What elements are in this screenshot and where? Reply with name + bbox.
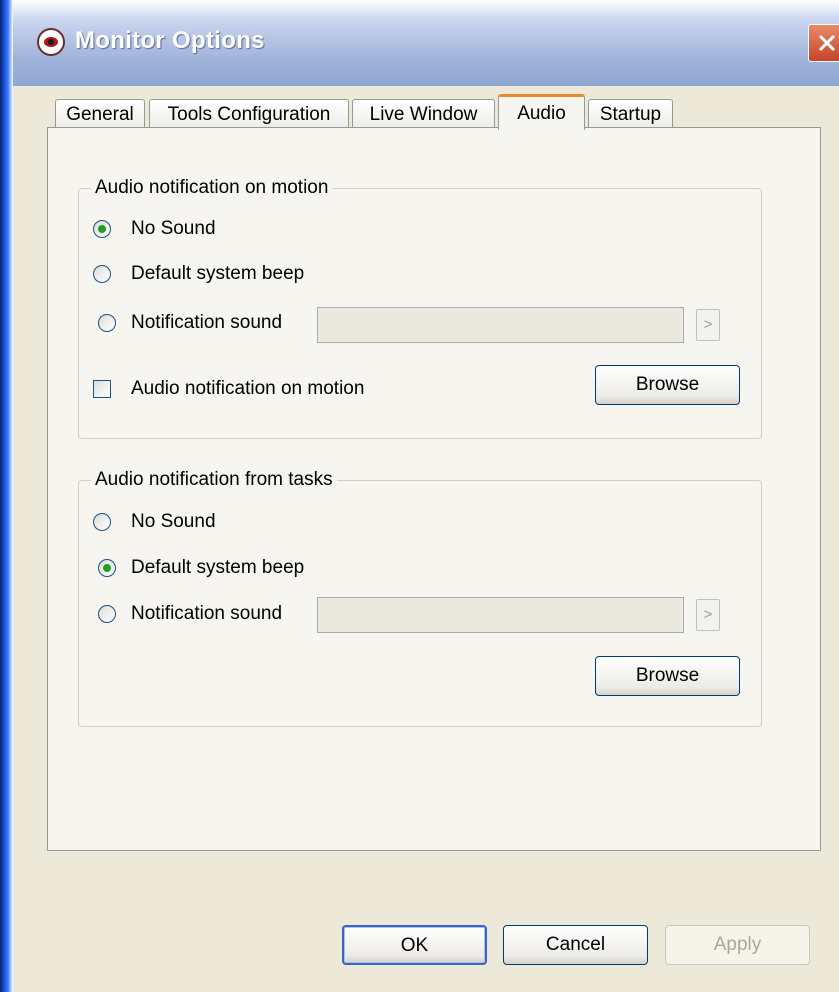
motion-no-sound-label: No Sound [131,218,216,239]
motion-sound-play-button[interactable]: > [696,309,720,341]
close-button[interactable] [808,24,839,62]
tasks-notification-sound-label: Notification sound [131,603,283,624]
tab-tools-configuration[interactable]: Tools Configuration [149,99,349,129]
tasks-group-legend: Audio notification from tasks [91,469,337,491]
title-bar[interactable]: Monitor Options [13,0,839,86]
window-title: Monitor Options [75,27,265,54]
motion-notification-sound-radio[interactable] [98,314,116,332]
tab-live-window[interactable]: Live Window [352,99,495,129]
close-icon [818,34,836,52]
cancel-button[interactable]: Cancel [503,925,648,965]
window-frame-edge [0,0,13,992]
tasks-sound-play-button[interactable]: > [696,599,720,631]
motion-audio-checkbox[interactable] [93,380,111,398]
tasks-browse-button[interactable]: Browse [595,656,740,696]
motion-browse-button[interactable]: Browse [595,365,740,405]
apply-button[interactable]: Apply [665,925,810,965]
tasks-default-beep-label: Default system beep [131,557,305,578]
motion-notification-sound-label: Notification sound [131,312,283,333]
tasks-no-sound-radio[interactable] [93,513,111,531]
tab-audio[interactable]: Audio [498,94,585,130]
tab-startup[interactable]: Startup [588,99,673,129]
tab-general[interactable]: General [55,99,145,129]
motion-default-beep-label: Default system beep [131,263,305,284]
eye-icon [37,28,65,56]
tasks-notification-sound-radio[interactable] [98,605,116,623]
ok-button[interactable]: OK [342,925,487,965]
motion-audio-checkbox-label: Audio notification on motion [131,378,365,399]
motion-no-sound-radio[interactable] [93,220,111,238]
tasks-default-beep-radio[interactable] [98,559,116,577]
tasks-no-sound-label: No Sound [131,511,216,532]
motion-group-legend: Audio notification on motion [91,177,333,199]
motion-default-beep-radio[interactable] [93,265,111,283]
tasks-sound-path-field[interactable] [317,597,684,633]
motion-sound-path-field[interactable] [317,307,684,343]
